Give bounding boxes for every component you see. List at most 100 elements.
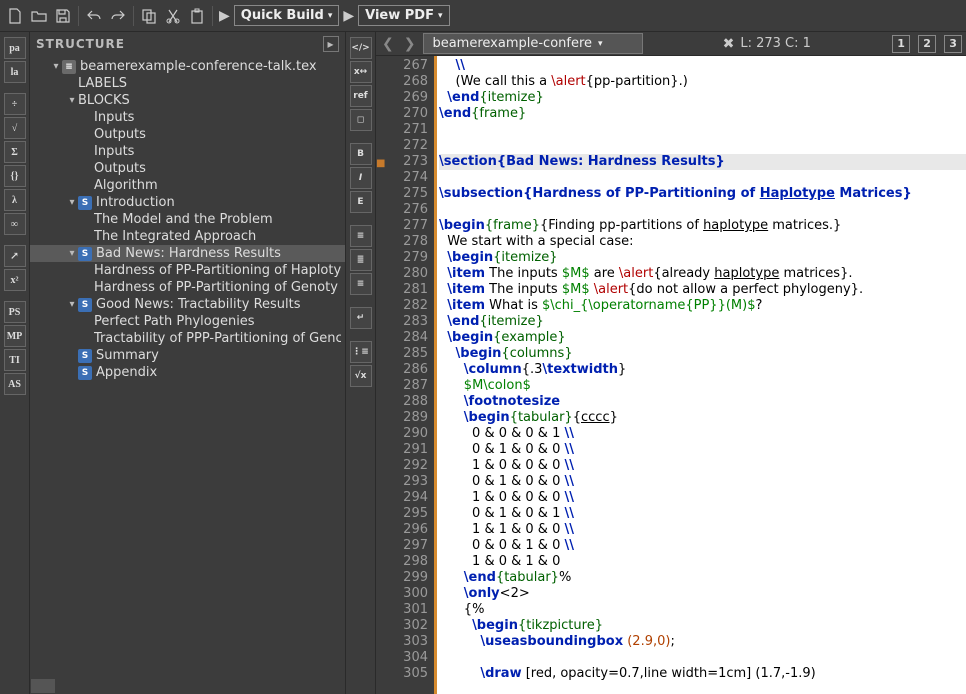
bookmark-3[interactable]: 3 [944,35,962,53]
editor-header: ❮ ❯ beamerexample-confere▾ ✖ L: 273 C: 1… [376,32,966,56]
symbol-part-icon[interactable]: pa [4,37,26,59]
tree-label: Appendix [96,365,157,380]
chevron-down-icon: ▾ [438,11,443,21]
symbol-sum-icon[interactable]: Σ [4,141,26,163]
tree-label: The Model and the Problem [94,212,273,227]
tree-label: Introduction [96,195,175,210]
tree-row[interactable]: Outputs [30,160,345,177]
section-icon: S [78,349,92,363]
save-icon[interactable] [52,5,74,27]
redo-icon[interactable] [107,5,129,27]
structure-tree[interactable]: ▾≡beamerexample-conference-talk.texLABEL… [30,56,345,678]
tree-label: Summary [96,348,159,363]
tree-label: Hardness of PP-Partitioning of Haploty [94,263,341,278]
build-play-icon[interactable]: ▶ [219,8,230,24]
symbol-mp-icon[interactable]: MP [4,325,26,347]
ref-icon[interactable]: ref [350,85,372,107]
tree-row[interactable]: The Integrated Approach [30,228,345,245]
tree-label: Outputs [94,161,146,176]
bold-icon[interactable]: B [350,143,372,165]
tree-row[interactable]: ▾SGood News: Tractability Results [30,296,345,313]
tree-row[interactable]: Inputs [30,143,345,160]
section-icon: S [78,366,92,380]
separator [212,6,213,26]
line-gutter: 2672682692702712722732742752762772782792… [376,56,434,694]
tree-row[interactable]: ▾SBad News: Hardness Results [30,245,345,262]
structure-hscrollbar[interactable] [30,678,345,694]
separator [133,6,134,26]
section-icon: S [78,247,92,261]
symbol-brace-icon[interactable]: {} [4,165,26,187]
tree-row[interactable]: Tractability of PPP-Partitioning of Genc [30,330,345,347]
chevron-down-icon: ▾ [598,39,603,49]
cut-icon[interactable] [162,5,184,27]
right-align-icon[interactable]: ≡ [350,273,372,295]
undo-icon[interactable] [83,5,105,27]
tree-row[interactable]: S Summary [30,347,345,364]
tag-icon[interactable]: </> [350,37,372,59]
italic-icon[interactable]: I [350,167,372,189]
symbol-sqrt-icon[interactable]: √ [4,117,26,139]
nav-fwd-icon[interactable]: ❯ [402,36,418,52]
tree-label: Perfect Path Phylogenies [94,314,255,329]
structure-panel: STRUCTURE ▸ ▾≡beamerexample-conference-t… [30,32,346,694]
env-icon[interactable]: ◻ [350,109,372,131]
symbol-exp-icon[interactable]: x² [4,269,26,291]
file-icon: ≡ [62,60,76,74]
symbol-lambda-icon[interactable]: λ [4,189,26,211]
code-editor[interactable]: 2672682692702712722732742752762772782792… [376,56,966,694]
symbol-infty-icon[interactable]: ∞ [4,213,26,235]
tree-row[interactable]: Perfect Path Phylogenies [30,313,345,330]
tree-row[interactable]: Hardness of PP-Partitioning of Genoty [30,279,345,296]
symbol-label-icon[interactable]: la [4,61,26,83]
tree-row[interactable]: Outputs [30,126,345,143]
tree-row[interactable]: Hardness of PP-Partitioning of Haploty [30,262,345,279]
nav-back-icon[interactable]: ❮ [380,36,396,52]
tree-row[interactable]: The Model and the Problem [30,211,345,228]
main-toolbar: ▶ Quick Build▾ ▶ View PDF▾ [0,0,966,32]
symbol-arrow-icon[interactable]: ↗ [4,245,26,267]
tree-label: LABELS [78,76,127,91]
view-play-icon[interactable]: ▶ [343,8,354,24]
emph-icon[interactable]: E [350,191,372,213]
bookmark-1[interactable]: 1 [892,35,910,53]
open-file-icon[interactable] [28,5,50,27]
newline-icon[interactable]: ↵ [350,307,372,329]
list-icon[interactable]: ⋮≡ [350,341,372,363]
tree-label: beamerexample-conference-talk.tex [80,59,317,74]
xref-icon[interactable]: x↔ [350,61,372,83]
view-combo[interactable]: View PDF▾ [358,5,449,26]
paste-icon[interactable] [186,5,208,27]
build-combo[interactable]: Quick Build▾ [234,5,340,26]
tree-row[interactable]: ▾BLOCKS [30,92,345,109]
chevron-down-icon: ▾ [328,11,333,21]
tree-row[interactable]: ▾≡beamerexample-conference-talk.tex [30,58,345,75]
tree-row[interactable]: Algorithm [30,177,345,194]
symbol-frac-icon[interactable]: ÷ [4,93,26,115]
separator [78,6,79,26]
tree-label: Good News: Tractability Results [96,297,301,312]
cursor-position: L: 273 C: 1 [740,36,811,51]
tree-row[interactable]: S Appendix [30,364,345,381]
editor-side-strip: </> x↔ ref ◻ B I E ≡ ≣ ≡ ↵ ⋮≡ √x [346,32,376,694]
left-align-icon[interactable]: ≡ [350,225,372,247]
tree-label: Bad News: Hardness Results [96,246,281,261]
file-tab[interactable]: beamerexample-confere▾ [423,33,643,54]
structure-toggle-icon[interactable]: ▸ [323,36,339,52]
new-file-icon[interactable] [4,5,26,27]
math-icon[interactable]: √x [350,365,372,387]
tree-row[interactable]: ▾SIntroduction [30,194,345,211]
symbol-ps-icon[interactable]: PS [4,301,26,323]
code-text[interactable]: \\ (We call this a \alert{pp-partition}.… [434,56,966,694]
tree-label: Inputs [94,144,134,159]
bookmark-2[interactable]: 2 [918,35,936,53]
symbol-ti-icon[interactable]: TI [4,349,26,371]
close-tab-icon[interactable]: ✖ [723,36,735,52]
tree-row[interactable]: LABELS [30,75,345,92]
tree-row[interactable]: Inputs [30,109,345,126]
center-align-icon[interactable]: ≣ [350,249,372,271]
copy-icon[interactable] [138,5,160,27]
symbol-as-icon[interactable]: AS [4,373,26,395]
editor-area: ❮ ❯ beamerexample-confere▾ ✖ L: 273 C: 1… [376,32,966,694]
tree-label: Hardness of PP-Partitioning of Genoty [94,280,338,295]
